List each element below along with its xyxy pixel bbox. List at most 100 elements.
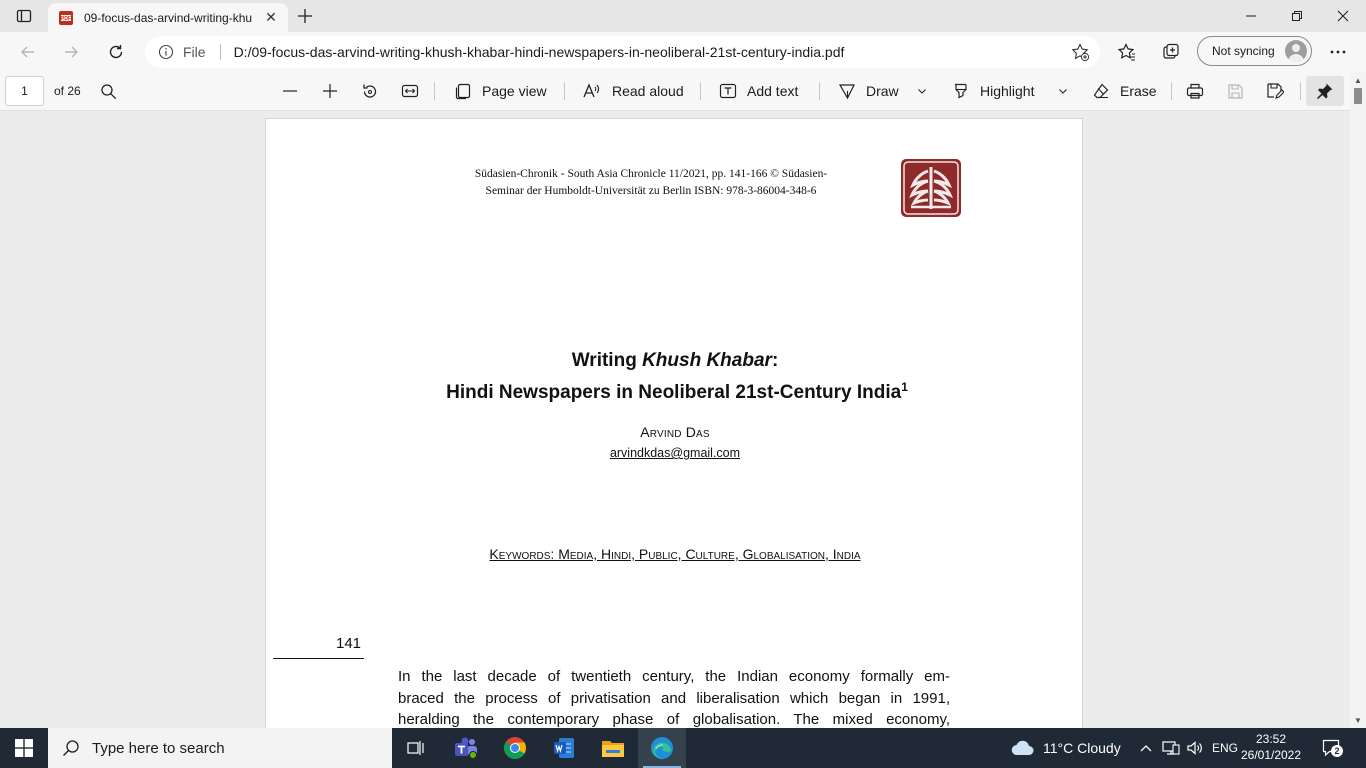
- taskbar-word-app[interactable]: [540, 728, 588, 768]
- body-line: heralding the contemporary phase of glob…: [398, 711, 950, 728]
- start-button[interactable]: [0, 728, 48, 768]
- page-number-input[interactable]: 1: [5, 76, 44, 106]
- scroll-down-arrow-icon[interactable]: ▼: [1354, 716, 1362, 725]
- zoom-out-button[interactable]: [282, 79, 298, 103]
- forward-button[interactable]: [55, 36, 87, 68]
- body-line: braced the process of privatisation and …: [398, 689, 950, 707]
- back-arrow-icon: [21, 46, 34, 58]
- vertical-scrollbar[interactable]: ▲ ▼: [1350, 72, 1366, 728]
- save-disk-icon: [1228, 83, 1243, 99]
- taskbar-teams-app[interactable]: [442, 728, 490, 768]
- info-icon[interactable]: [158, 44, 174, 60]
- system-clock[interactable]: 23:52 26/01/2022: [1240, 731, 1302, 763]
- title-part1: Writing: [571, 350, 643, 371]
- tab-actions-icon: [16, 9, 32, 23]
- network-icon[interactable]: [1162, 740, 1180, 756]
- input-language[interactable]: ENG: [1212, 741, 1238, 755]
- zoom-in-button[interactable]: [322, 79, 338, 103]
- pdf-viewer[interactable]: Südasien-Chronik - South Asia Chronicle …: [0, 111, 1350, 728]
- add-favorite-icon[interactable]: [1070, 42, 1090, 62]
- page-number: 141: [336, 635, 362, 652]
- back-button[interactable]: [12, 36, 44, 68]
- save-as-icon: [1267, 83, 1284, 99]
- page-view-button[interactable]: Page view: [454, 79, 547, 103]
- address-bar[interactable]: File D:/09-focus-das-arvind-writing-khus…: [145, 36, 1100, 68]
- taskbar-edge-app[interactable]: [638, 728, 686, 768]
- chevron-up-icon[interactable]: [1139, 742, 1153, 754]
- minimize-button[interactable]: [1228, 0, 1274, 32]
- forward-arrow-icon: [65, 46, 78, 58]
- toolbar-divider: [1171, 82, 1172, 100]
- clock-time: 23:52: [1255, 732, 1287, 746]
- read-aloud-label: Read aloud: [612, 83, 684, 99]
- draw-options-dropdown[interactable]: [916, 79, 928, 103]
- volume-icon[interactable]: [1186, 740, 1204, 756]
- erase-button[interactable]: Erase: [1092, 79, 1157, 103]
- author-email-link[interactable]: arvindkdas@gmail.com: [266, 446, 1084, 460]
- toolbar-divider: [819, 82, 820, 100]
- plus-icon: [323, 84, 337, 98]
- body-line: In the last decade of twentieth century,…: [398, 668, 950, 685]
- highlight-button[interactable]: Highlight: [952, 79, 1034, 103]
- tab-actions-button[interactable]: [8, 4, 40, 28]
- rotate-button[interactable]: [361, 79, 379, 103]
- weather-text[interactable]: 11°C Cloudy: [1043, 740, 1121, 756]
- chrome-icon: [503, 737, 526, 759]
- restore-button[interactable]: [1274, 0, 1320, 32]
- profile-button[interactable]: Not syncing: [1197, 36, 1312, 66]
- title-line2-text: Hindi Newspapers in Neoliberal 21st-Cent…: [446, 382, 902, 403]
- url-text[interactable]: D:/09-focus-das-arvind-writing-khush-kha…: [234, 44, 845, 60]
- fit-to-width-button[interactable]: [401, 79, 419, 103]
- print-button[interactable]: [1186, 79, 1204, 103]
- add-text-icon: [719, 83, 737, 99]
- highlight-options-dropdown[interactable]: [1057, 79, 1069, 103]
- highlight-label: Highlight: [980, 83, 1035, 99]
- refresh-button[interactable]: [100, 36, 132, 68]
- taskbar-file-explorer-app[interactable]: [589, 728, 637, 768]
- eraser-icon: [1093, 83, 1109, 99]
- title-footnote-marker[interactable]: 1: [901, 380, 908, 394]
- edge-icon: [651, 737, 673, 760]
- taskbar-search-placeholder: Type here to search: [92, 739, 225, 757]
- task-view-button[interactable]: [392, 728, 440, 768]
- draw-pen-icon: [838, 84, 855, 100]
- scroll-up-arrow-icon[interactable]: ▲: [1354, 76, 1362, 85]
- collections-button[interactable]: [1158, 39, 1184, 65]
- new-tab-button[interactable]: [292, 4, 318, 28]
- chevron-down-icon: [918, 89, 926, 94]
- draw-label: Draw: [866, 83, 899, 99]
- rotate-icon: [363, 84, 377, 98]
- active-tab[interactable]: PDF 09-focus-das-arvind-writing-khu ✕: [48, 3, 288, 32]
- add-text-button[interactable]: Add text: [719, 79, 798, 103]
- article-title-line1: Writing Khush Khabar:: [266, 348, 1084, 374]
- save-as-button[interactable]: [1266, 79, 1284, 103]
- page-view-icon: [455, 83, 471, 100]
- title-italic: Khush Khabar: [642, 350, 772, 371]
- read-aloud-icon: [583, 83, 600, 98]
- toolbar-divider: [1300, 82, 1301, 100]
- tab-close-icon[interactable]: ✕: [262, 9, 280, 27]
- scrollbar-thumb[interactable]: [1354, 88, 1362, 104]
- restore-icon: [1292, 11, 1302, 21]
- pdf-page: Südasien-Chronik - South Asia Chronicle …: [265, 118, 1083, 728]
- taskbar-search-box[interactable]: Type here to search: [48, 728, 392, 768]
- collections-icon: [1163, 43, 1179, 59]
- draw-button[interactable]: Draw: [838, 79, 899, 103]
- journal-header: Südasien-Chronik - South Asia Chronicle …: [426, 166, 876, 200]
- body-paragraph: In the last decade of twentieth century,…: [398, 666, 950, 728]
- pin-toolbar-button[interactable]: [1306, 76, 1344, 106]
- close-window-button[interactable]: [1320, 0, 1366, 32]
- keywords-line: Keywords: Media, Hindi, Public, Culture,…: [489, 546, 861, 562]
- task-view-icon: [407, 741, 424, 755]
- notification-center-button[interactable]: 2: [1322, 738, 1344, 758]
- favorites-button[interactable]: [1114, 39, 1140, 65]
- windows-taskbar: Type here to search 11°C Cloudy ENG 23:5…: [0, 728, 1366, 768]
- read-aloud-button[interactable]: Read aloud: [582, 79, 684, 103]
- settings-more-button[interactable]: [1325, 39, 1351, 65]
- folder-icon: [602, 741, 624, 757]
- save-button[interactable]: [1227, 79, 1244, 103]
- minimize-icon: [1246, 15, 1256, 17]
- page-number-rule: [273, 658, 364, 659]
- taskbar-chrome-app[interactable]: [491, 728, 539, 768]
- find-button[interactable]: [100, 79, 117, 103]
